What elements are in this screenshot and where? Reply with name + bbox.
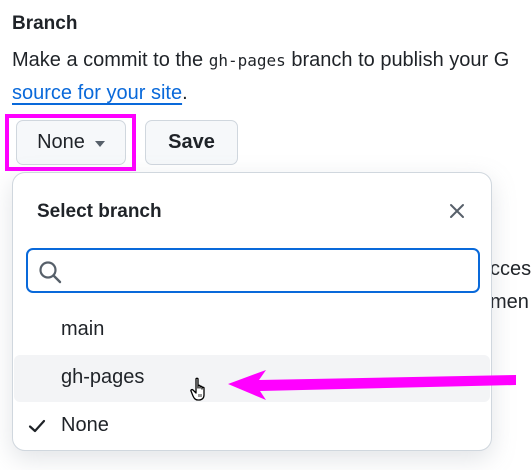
background-text-fragment: men [490,291,529,313]
description-line-2: source for your site. [12,82,188,104]
background-text-fragment: ccess [490,258,531,280]
github-pages-settings: Branch Make a commit to the gh-pages bra… [0,0,531,470]
branch-option-label: None [61,414,109,436]
check-icon [27,416,47,442]
branch-search-field[interactable] [26,248,480,293]
description-line-1: Make a commit to the gh-pages branch to … [12,49,510,71]
branch-select-label: None [37,131,85,153]
search-icon [38,260,62,289]
branch-code: gh-pages [208,51,286,70]
select-branch-dropdown: Select branch main gh-pages None [12,172,492,451]
close-icon[interactable] [443,197,471,225]
search-input[interactable] [74,256,469,286]
branch-option-label: gh-pages [61,366,145,388]
section-heading: Branch [12,13,78,34]
dropdown-title: Select branch [37,201,162,222]
hand-pointer-cursor-icon [190,377,210,408]
branch-option-main[interactable]: main [14,307,490,354]
triangle-down-icon [94,140,105,147]
source-link[interactable]: source for your site [12,82,182,104]
annotation-arrow [228,370,516,400]
section-description: Make a commit to the gh-pages branch to … [12,44,531,109]
branch-option-none[interactable]: None [14,403,490,450]
branch-select-button[interactable]: None [16,120,126,165]
branch-option-label: main [61,318,105,340]
save-button[interactable]: Save [145,120,238,165]
